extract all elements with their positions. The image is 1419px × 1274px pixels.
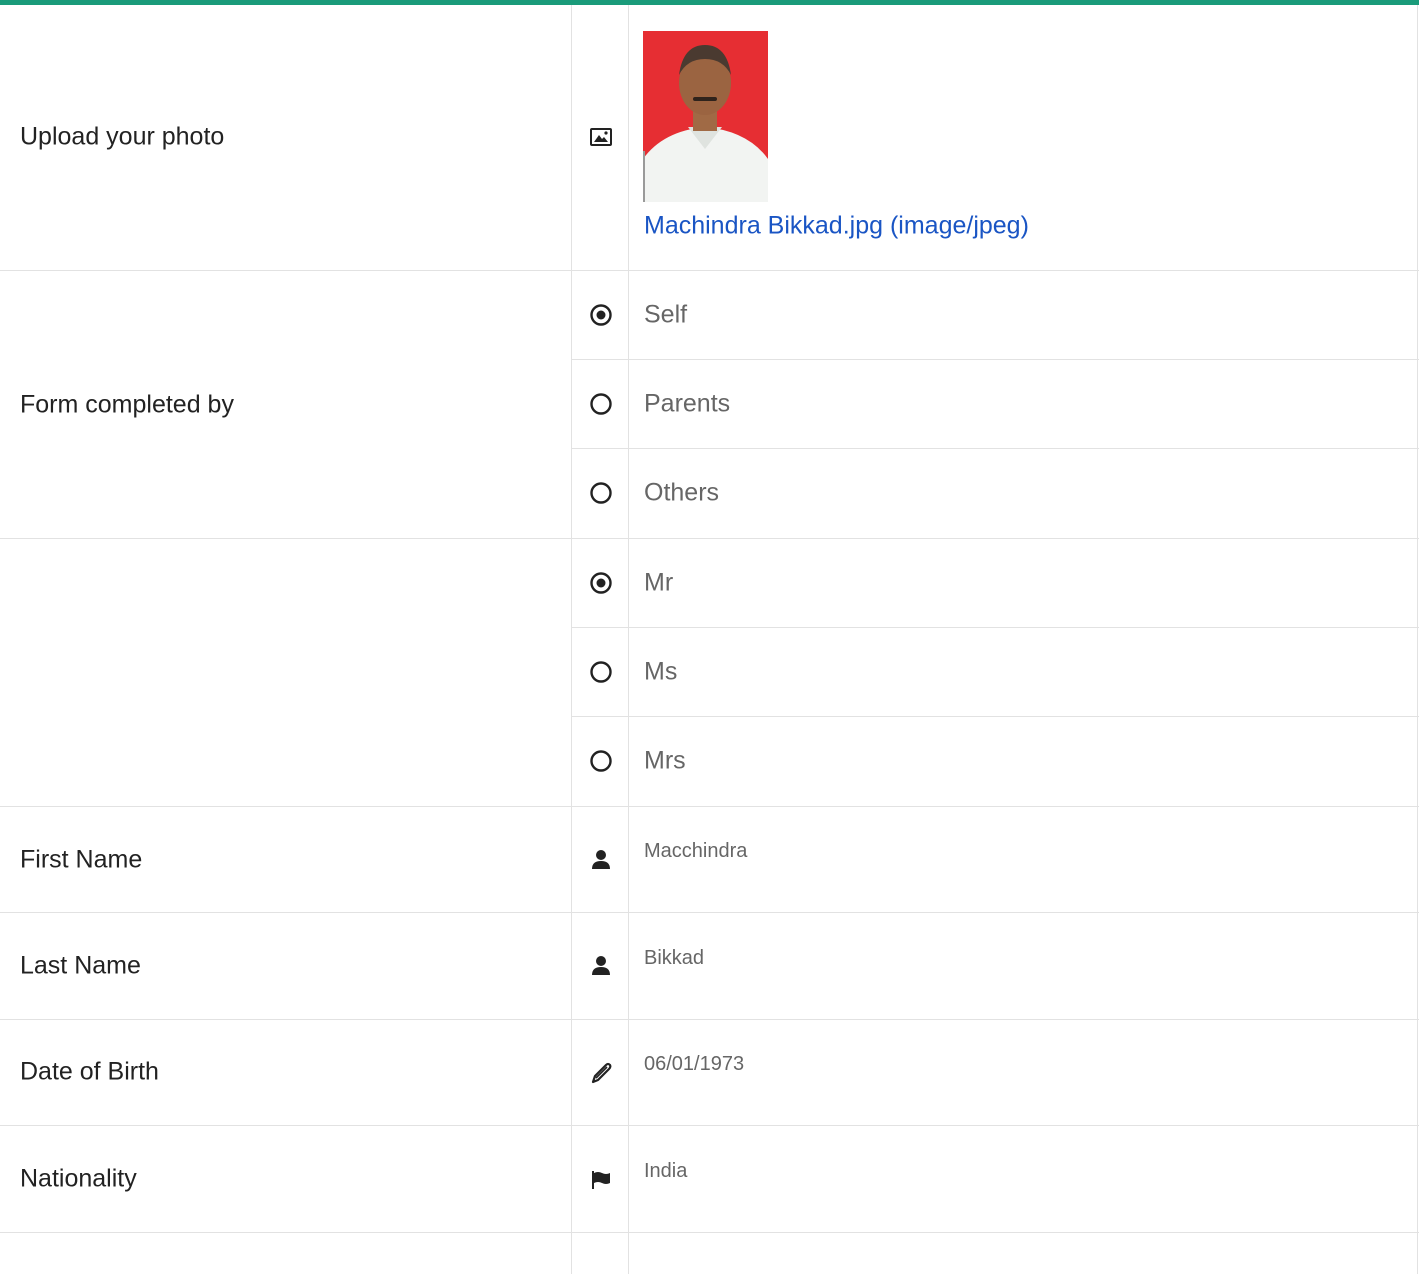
dob-value: 06/01/1973 <box>644 1053 745 1075</box>
column-divider <box>1417 5 1418 1274</box>
nationality-value: India <box>644 1160 688 1182</box>
last-name-value: Bikkad <box>644 947 705 969</box>
row-divider <box>571 448 1419 449</box>
last-name-label: Last Name <box>20 951 141 980</box>
user-icon <box>589 848 613 872</box>
radio-option-mr[interactable]: Mr <box>644 569 673 598</box>
first-name-label: First Name <box>20 845 143 874</box>
radio-unchecked-icon[interactable] <box>589 749 613 773</box>
radio-option-mrs[interactable]: Mrs <box>644 747 686 776</box>
radio-unchecked-icon[interactable] <box>589 660 613 684</box>
row-divider <box>0 1019 1419 1020</box>
row-divider <box>0 538 1419 539</box>
first-name-value: Macchindra <box>644 840 748 862</box>
row-divider <box>571 716 1419 717</box>
radio-option-ms[interactable]: Ms <box>644 658 677 687</box>
flag-icon <box>589 1168 613 1192</box>
radio-option-parents[interactable]: Parents <box>644 390 730 419</box>
radio-option-others[interactable]: Others <box>644 479 719 508</box>
image-icon <box>589 125 613 149</box>
column-divider <box>628 5 629 1274</box>
row-divider <box>0 270 1419 271</box>
radio-unchecked-icon[interactable] <box>589 392 613 416</box>
pen-icon <box>589 1061 613 1085</box>
row-divider <box>0 806 1419 807</box>
row-divider <box>0 1125 1419 1126</box>
row-divider <box>571 359 1419 360</box>
photo-label: Upload your photo <box>20 122 225 151</box>
uploaded-photo-thumbnail[interactable] <box>643 31 768 202</box>
user-icon <box>589 954 613 978</box>
top-accent-bar <box>0 0 1419 5</box>
radio-option-self[interactable]: Self <box>644 301 687 330</box>
dob-label: Date of Birth <box>20 1057 159 1086</box>
radio-checked-icon[interactable] <box>589 303 613 327</box>
radio-unchecked-icon[interactable] <box>589 481 613 505</box>
uploaded-file-link[interactable]: Machindra Bikkad.jpg (image/jpeg) <box>644 212 1029 241</box>
row-divider <box>571 627 1419 628</box>
completed-by-label: Form completed by <box>20 390 234 419</box>
nationality-label: Nationality <box>20 1164 137 1193</box>
radio-checked-icon[interactable] <box>589 571 613 595</box>
row-divider <box>0 912 1419 913</box>
row-divider <box>0 1232 1419 1233</box>
column-divider <box>571 5 572 1274</box>
